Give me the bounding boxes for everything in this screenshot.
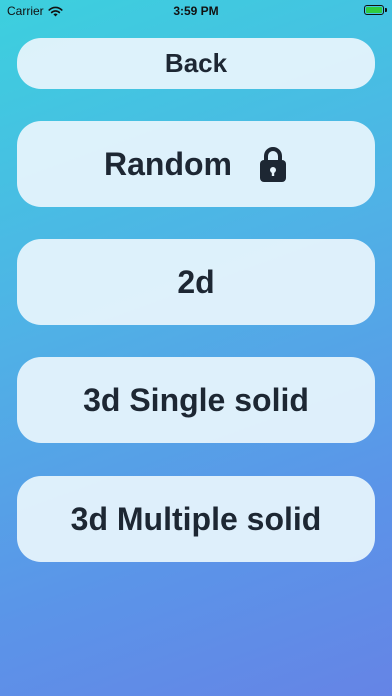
random-button-label: Random [104, 145, 232, 182]
lock-icon [260, 147, 286, 182]
battery-charging-icon [364, 5, 387, 15]
random-button[interactable]: Random [17, 121, 375, 207]
3d-multiple-solid-button-label: 3d Multiple solid [70, 500, 322, 537]
back-button[interactable]: Back [17, 38, 375, 89]
3d-multiple-solid-button[interactable]: 3d Multiple solid [17, 476, 375, 562]
status-bar: Carrier 3:59 PM [0, 0, 392, 22]
3d-single-solid-button-label: 3d Single solid [83, 381, 309, 418]
2d-button-label: 2d [177, 263, 215, 300]
back-button-label: Back [164, 48, 228, 78]
battery-level [366, 7, 382, 13]
status-time: 3:59 PM [173, 4, 219, 18]
3d-single-solid-button[interactable]: 3d Single solid [17, 357, 375, 443]
2d-button[interactable]: 2d [17, 239, 375, 325]
